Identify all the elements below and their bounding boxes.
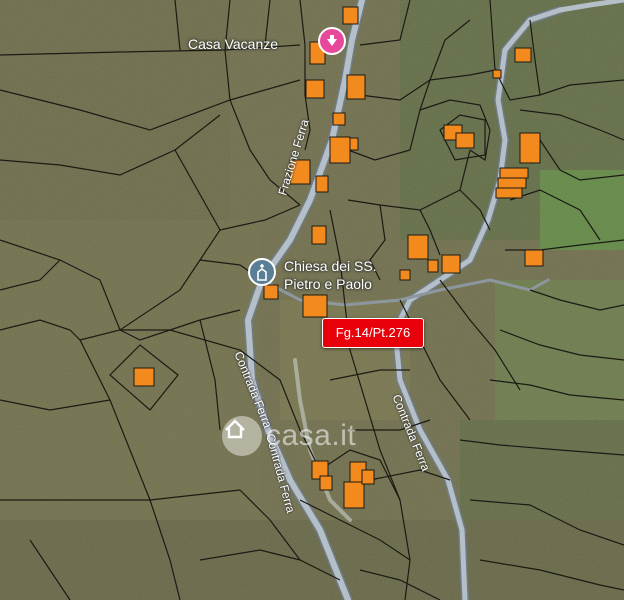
building [343, 481, 365, 509]
building [427, 259, 439, 273]
building [514, 47, 532, 63]
poi-label-chiesa-line2[interactable]: Pietro e Paolo [284, 276, 372, 292]
watermark-label: casa.it [266, 419, 357, 452]
poi-label-casa-vacanze[interactable]: Casa Vacanze [188, 36, 278, 52]
building [519, 132, 541, 164]
building [497, 177, 527, 189]
casa-logo-icon [222, 416, 262, 456]
building [302, 294, 328, 318]
building [399, 269, 411, 281]
map-layer [0, 0, 624, 600]
map-canvas[interactable]: Casa Vacanze Chiesa dei SS. Pietro e Pao… [0, 0, 624, 600]
church-icon[interactable] [248, 258, 276, 286]
building [361, 469, 375, 485]
building [441, 254, 461, 274]
poi-label-chiesa-line1[interactable]: Chiesa dei SS. [284, 258, 377, 274]
building [332, 112, 346, 126]
building [455, 132, 475, 149]
building [349, 137, 359, 151]
building [305, 79, 325, 99]
building [342, 6, 359, 25]
building [407, 234, 429, 260]
building [524, 249, 544, 267]
marker-pink-icon[interactable] [318, 27, 346, 55]
building [263, 284, 279, 300]
marker-glyph-icon [327, 35, 337, 46]
building [329, 136, 351, 164]
building [495, 187, 523, 199]
building [319, 475, 333, 491]
building [311, 225, 327, 245]
building [133, 367, 155, 387]
building [492, 69, 502, 79]
casa-logo-glyph-icon [225, 419, 245, 439]
building [346, 74, 366, 100]
building [315, 175, 329, 193]
watermark: casa.it [222, 416, 356, 456]
building [499, 167, 529, 179]
parcel-highlight-tag[interactable]: Fg.14/Pt.276 [322, 318, 424, 348]
church-glyph-icon [257, 264, 267, 281]
